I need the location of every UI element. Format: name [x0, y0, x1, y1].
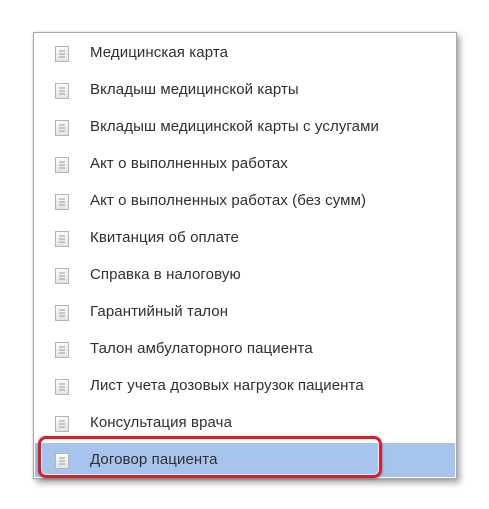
- document-icon: [55, 453, 69, 469]
- document-icon: [55, 46, 69, 62]
- menu-item-label: Квитанция об оплате: [90, 229, 239, 246]
- menu-item-label: Медицинская карта: [90, 44, 229, 61]
- menu-item-work-act-no-sums[interactable]: Акт о выполненных работах (без сумм): [35, 184, 455, 218]
- menu-item-doctor-consultation[interactable]: Консультация врача: [35, 406, 455, 440]
- menu-item-warranty-coupon[interactable]: Гарантийный талон: [35, 295, 455, 329]
- menu-item-payment-receipt[interactable]: Квитанция об оплате: [35, 221, 455, 255]
- menu-item-dose-load-sheet[interactable]: Лист учета дозовых нагрузок пациента: [35, 369, 455, 403]
- menu-item-label: Вкладыш медицинской карты с услугами: [90, 118, 379, 135]
- document-icon: [55, 416, 69, 432]
- menu-item-label: Лист учета дозовых нагрузок пациента: [90, 377, 364, 394]
- menu-item-medical-card[interactable]: Медицинская карта: [35, 36, 455, 70]
- menu-item-label: Акт о выполненных работах (без сумм): [90, 192, 367, 209]
- menu-item-outpatient-coupon[interactable]: Талон амбулаторного пациента: [35, 332, 455, 366]
- menu-item-medical-card-insert-services[interactable]: Вкладыш медицинской карты с услугами: [35, 110, 455, 144]
- document-icon: [55, 231, 69, 247]
- document-icon: [55, 342, 69, 358]
- menu-item-label: Договор пациента: [90, 451, 218, 468]
- menu-item-medical-card-insert[interactable]: Вкладыш медицинской карты: [35, 73, 455, 107]
- document-icon: [55, 83, 69, 99]
- document-icon: [55, 120, 69, 136]
- menu-item-label: Гарантийный талон: [90, 303, 229, 320]
- document-icon: [55, 305, 69, 321]
- menu-item-label: Справка в налоговую: [90, 266, 241, 283]
- document-icon: [55, 268, 69, 284]
- document-icon: [55, 194, 69, 210]
- document-icon: [55, 157, 69, 173]
- document-icon: [55, 379, 69, 395]
- menu-item-tax-certificate[interactable]: Справка в налоговую: [35, 258, 455, 292]
- menu-item-label: Вкладыш медицинской карты: [90, 81, 299, 98]
- menu-item-label: Акт о выполненных работах: [90, 155, 288, 172]
- menu-item-work-act[interactable]: Акт о выполненных работах: [35, 147, 455, 181]
- menu-item-label: Консультация врача: [90, 414, 233, 431]
- menu-item-label: Талон амбулаторного пациента: [90, 340, 313, 357]
- menu-item-patient-contract[interactable]: Договор пациента: [35, 443, 455, 477]
- context-menu: Медицинская карта Вкладыш медицинской ка…: [33, 32, 457, 479]
